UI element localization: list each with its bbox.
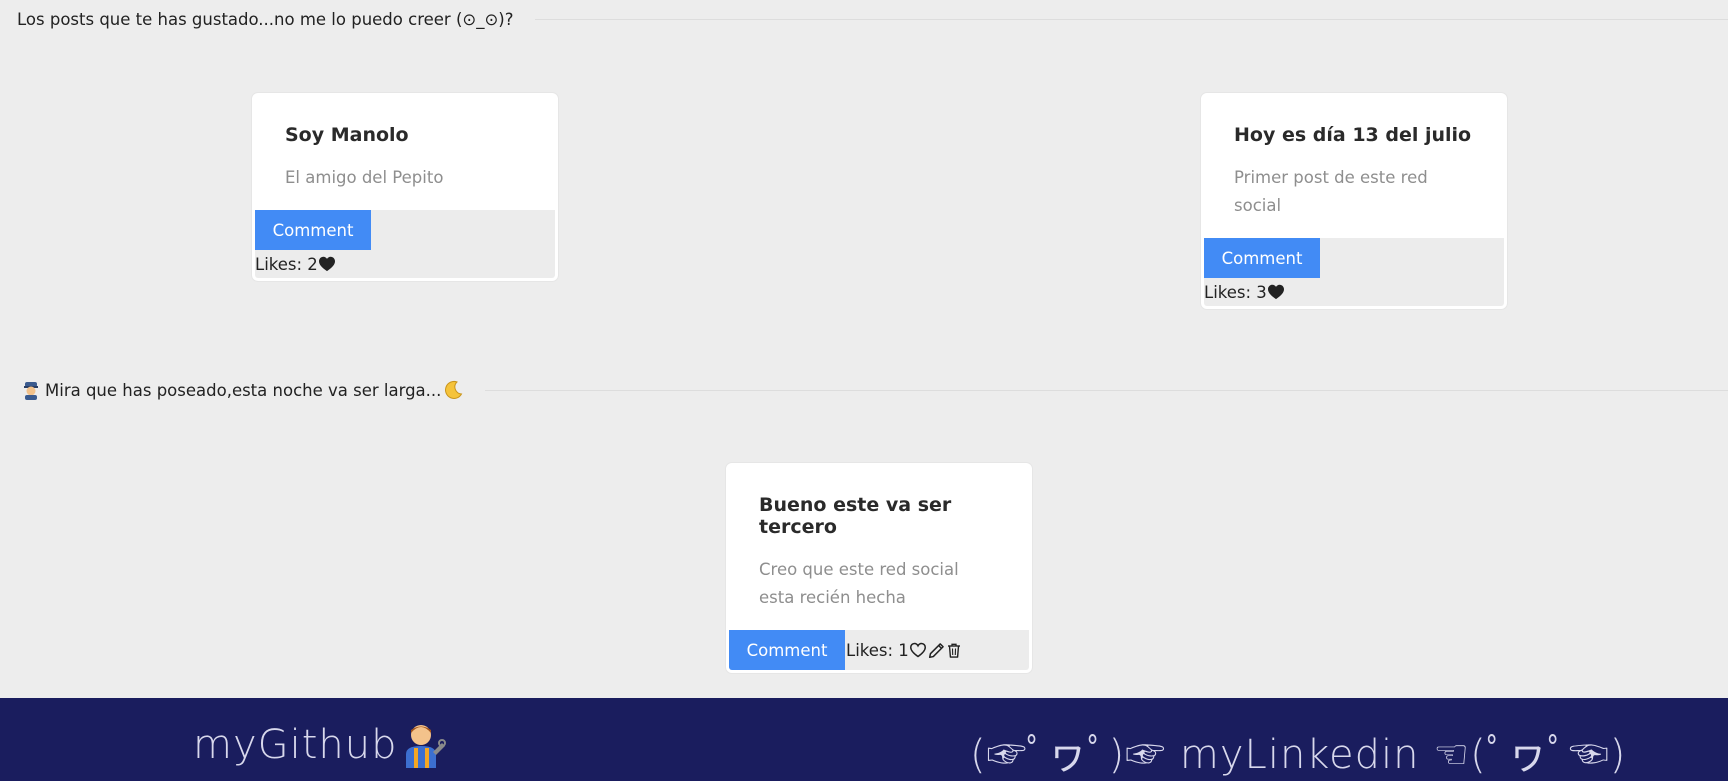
- filled-heart-icon[interactable]: [318, 256, 336, 272]
- github-link-label: myGithub: [193, 722, 398, 768]
- post-text: Creo que este red social esta recién hec…: [759, 560, 959, 607]
- comment-button[interactable]: Comment: [729, 630, 845, 670]
- post-title: Soy Manolo: [285, 124, 409, 146]
- post-text: Primer post de este red social: [1234, 168, 1428, 215]
- owned-posts-heading-wrap: Mira que has poseado,esta noche va ser l…: [0, 380, 485, 400]
- likes-count: Likes: 1: [846, 640, 909, 660]
- post-card: Hoy es día 13 del julio Primer post de e…: [1201, 93, 1507, 309]
- divider-line: [535, 18, 1728, 20]
- post-card-body: Hoy es día 13 del julio Primer post de e…: [1204, 96, 1504, 238]
- liked-posts-heading: Los posts que te has gustado...no me lo …: [17, 9, 514, 29]
- liked-posts-divider: Los posts que te has gustado...no me lo …: [0, 7, 1728, 31]
- post-card-body: Bueno este va ser tercero Creo que este …: [729, 466, 1029, 630]
- post-card: Soy Manolo El amigo del Pepito Comment L…: [252, 93, 558, 281]
- comment-button[interactable]: Comment: [1204, 238, 1320, 278]
- pencil-icon[interactable]: [928, 642, 945, 659]
- linkedin-link[interactable]: (☞ﾟヮﾟ)☞ myLinkedin ☜(ﾟヮﾟ☜): [970, 722, 1626, 780]
- mechanic-emoji-icon: [400, 722, 446, 768]
- likes-count: Likes: 3: [1204, 282, 1267, 302]
- post-text: El amigo del Pepito: [285, 168, 444, 187]
- post-card: Bueno este va ser tercero Creo que este …: [726, 463, 1032, 673]
- post-card-footer: Comment Likes: 1: [729, 630, 1029, 670]
- likes-row: Likes: 3: [1204, 278, 1504, 306]
- post-title: Hoy es día 13 del julio: [1234, 124, 1472, 146]
- guard-emoji-icon: [21, 380, 41, 400]
- post-title: Bueno este va ser tercero: [759, 494, 952, 538]
- likes-row: Likes: 1: [846, 636, 962, 664]
- owned-posts-heading: Mira que has poseado,esta noche va ser l…: [45, 380, 442, 400]
- trash-icon[interactable]: [946, 642, 962, 659]
- post-card-footer: Comment Likes: 2: [255, 210, 555, 278]
- owned-posts-divider: Mira que has poseado,esta noche va ser l…: [0, 378, 1728, 402]
- post-card-footer: Comment Likes: 3: [1204, 238, 1504, 306]
- divider-line: [485, 389, 1728, 391]
- github-link[interactable]: myGithub: [193, 722, 446, 768]
- filled-heart-icon[interactable]: [1267, 284, 1285, 300]
- outline-heart-icon[interactable]: [909, 642, 927, 658]
- likes-row: Likes: 2: [255, 250, 555, 278]
- site-footer: myGithub (☞ﾟヮﾟ)☞ myLinkedin ☜(ﾟヮﾟ☜): [0, 698, 1728, 781]
- moon-emoji-icon: [443, 380, 463, 400]
- comment-button[interactable]: Comment: [255, 210, 371, 250]
- post-card-body: Soy Manolo El amigo del Pepito: [255, 96, 555, 210]
- likes-count: Likes: 2: [255, 254, 318, 274]
